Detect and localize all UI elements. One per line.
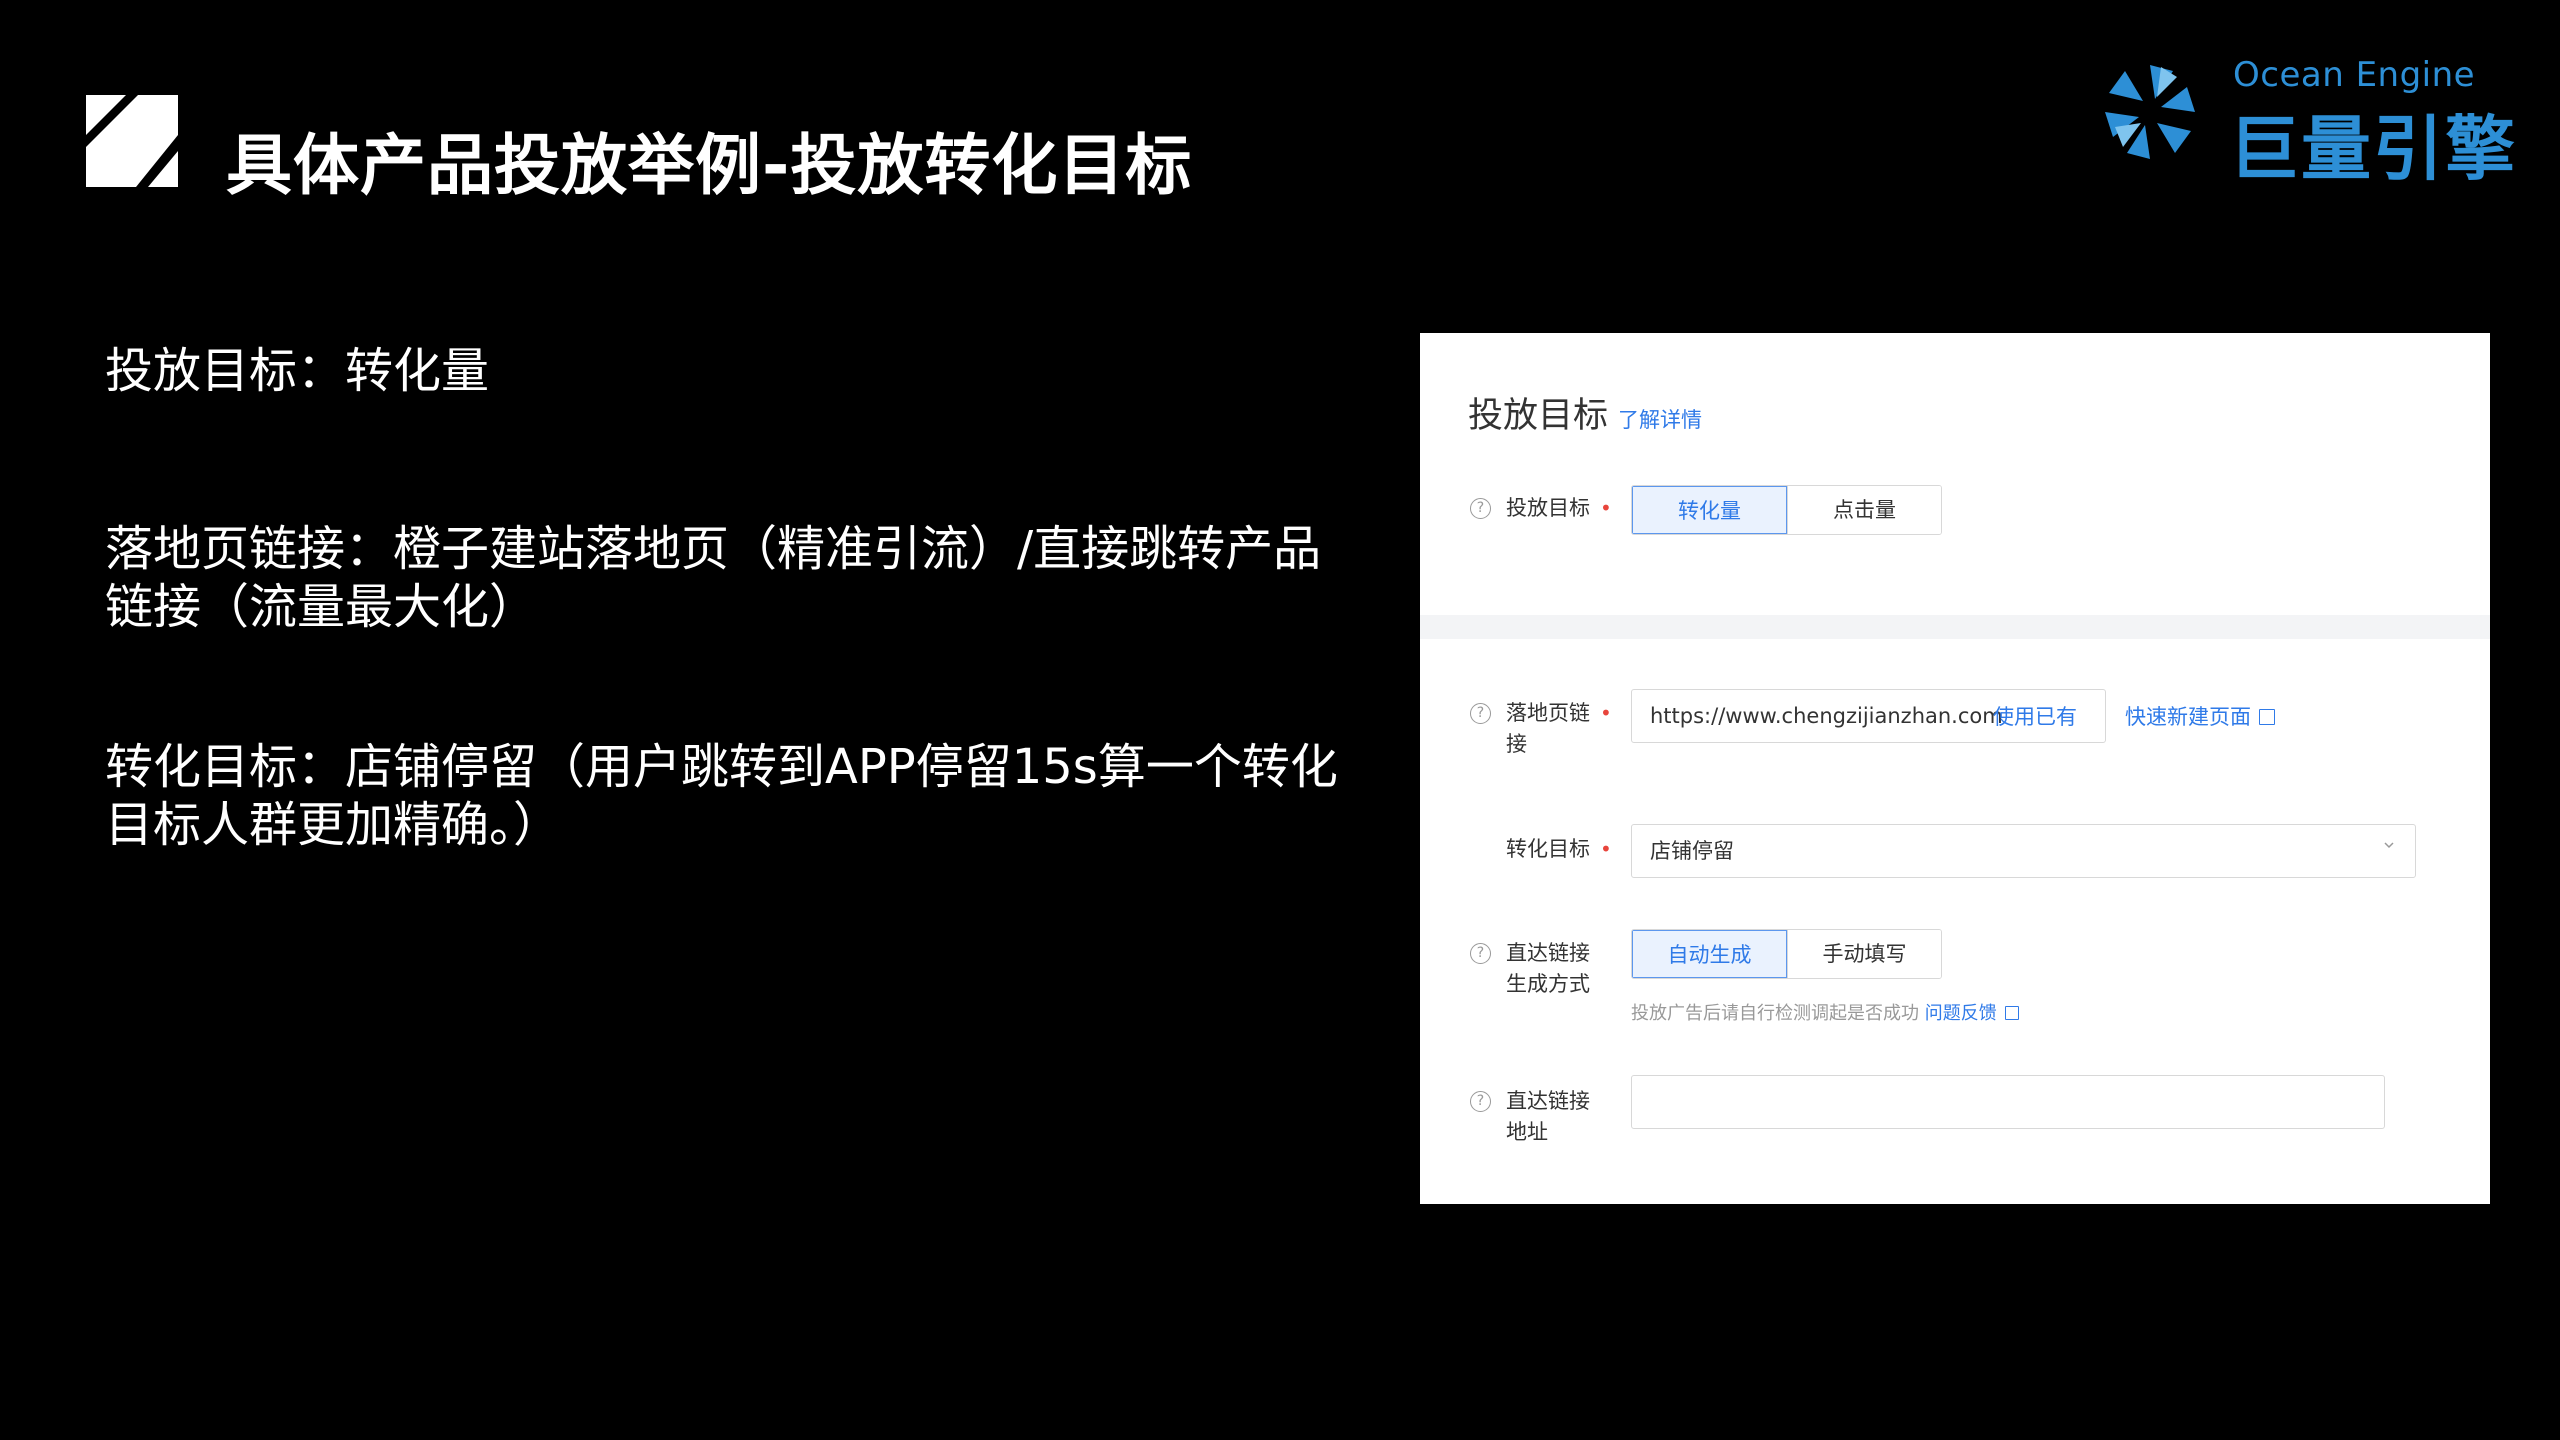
k-logo-icon <box>86 95 178 187</box>
deeplink-url-input[interactable] <box>1631 1075 2385 1129</box>
quick-create-page-link[interactable]: 快速新建页面 <box>2125 701 2275 731</box>
deeplink-url-label: 直达链接 地址 <box>1506 1086 1590 1148</box>
deeplink-mode-label: 直达链接 生成方式 <box>1506 938 1590 1000</box>
deeplink-hint-text: 投放广告后请自行检测调起是否成功 <box>1631 1003 1919 1024</box>
slide-title: 具体产品投放举例-投放转化目标 <box>226 127 1193 204</box>
deeplink-mode-label-line2: 生成方式 <box>1506 972 1590 996</box>
section-divider <box>1420 615 2490 639</box>
bullet-landing-page: 落地页链接：橙子建站落地页（精准引流）/直接跳转产品链接（流量最大化） <box>105 521 1322 635</box>
help-icon[interactable]: ? <box>1470 1091 1491 1112</box>
conversion-select-value: 店铺停留 <box>1650 839 1734 863</box>
form-heading: 投放目标 了解详情 <box>1468 387 1702 438</box>
help-icon[interactable]: ? <box>1470 943 1491 964</box>
brand-english-name: Ocean Engine <box>2233 55 2476 95</box>
goal-segmented-control: 转化量 点击量 <box>1631 485 1942 535</box>
goal-option-conversions[interactable]: 转化量 <box>1632 486 1787 534</box>
landing-label-line1: 落地页链 <box>1506 701 1590 725</box>
conversion-label: 转化目标 • <box>1506 834 1612 865</box>
goal-label: 投放目标 • <box>1506 493 1612 524</box>
required-mark: • <box>1600 496 1612 520</box>
required-mark: • <box>1600 837 1612 861</box>
bullet-goal: 投放目标：转化量 <box>105 343 490 399</box>
required-mark: • <box>1600 701 1612 725</box>
conversion-select[interactable]: 店铺停留 <box>1631 824 2416 878</box>
deeplink-url-label-line1: 直达链接 <box>1506 1089 1590 1113</box>
landing-label: 落地页链 • 接 <box>1506 698 1612 760</box>
help-icon[interactable]: ? <box>1470 703 1491 724</box>
landing-label-line2: 接 <box>1506 732 1527 756</box>
conversion-label-text: 转化目标 <box>1506 837 1590 861</box>
deeplink-url-label-line2: 地址 <box>1506 1120 1548 1144</box>
help-icon[interactable]: ? <box>1470 498 1491 519</box>
landing-url-value: https://www.chengzijianzhan.com <box>1650 704 2003 728</box>
deeplink-mode-segmented-control: 自动生成 手动填写 <box>1631 929 1942 979</box>
ocean-engine-brand: Ocean Engine 巨量引擎 <box>2095 55 2515 190</box>
bullet-conversion-goal: 转化目标：店铺停留（用户跳转到APP停留15s算一个转化目标人群更加精确。） <box>105 739 1338 853</box>
external-link-icon <box>2259 709 2275 725</box>
ocean-engine-logo-icon <box>2105 65 2195 159</box>
form-panel: 投放目标 了解详情 ? 投放目标 • 转化量 点击量 ? 落地页链 • 接 https… <box>1420 333 2490 1204</box>
external-link-icon <box>2004 1006 2019 1020</box>
goal-label-text: 投放目标 <box>1506 496 1590 520</box>
quick-create-page-text: 快速新建页面 <box>2125 705 2251 729</box>
chevron-down-icon <box>2384 842 2394 849</box>
deeplink-mode-auto[interactable]: 自动生成 <box>1632 930 1787 978</box>
brand-chinese-name: 巨量引擎 <box>2229 108 2517 190</box>
use-existing-link[interactable]: 使用已有 <box>1993 701 2077 731</box>
form-heading-text: 投放目标 <box>1468 396 1609 436</box>
deeplink-mode-label-line1: 直达链接 <box>1506 941 1590 965</box>
deeplink-mode-manual[interactable]: 手动填写 <box>1787 930 1941 978</box>
deeplink-hint: 投放广告后请自行检测调起是否成功 问题反馈 <box>1631 999 2019 1025</box>
learn-more-link[interactable]: 了解详情 <box>1618 408 1702 432</box>
feedback-link-text: 问题反馈 <box>1924 1003 1997 1024</box>
goal-option-clicks[interactable]: 点击量 <box>1787 486 1941 534</box>
feedback-link[interactable]: 问题反馈 <box>1925 1003 2019 1024</box>
